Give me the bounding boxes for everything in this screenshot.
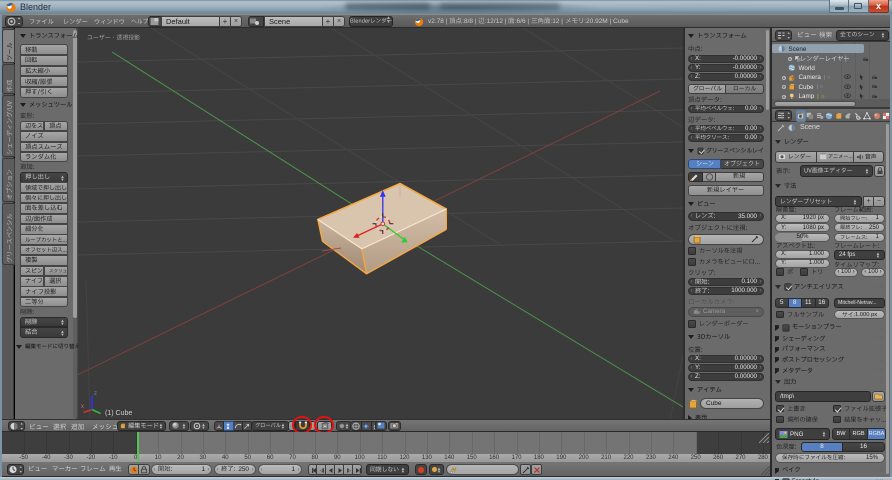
svg-text:z: z	[94, 391, 97, 397]
svg-text:x: x	[81, 404, 84, 410]
